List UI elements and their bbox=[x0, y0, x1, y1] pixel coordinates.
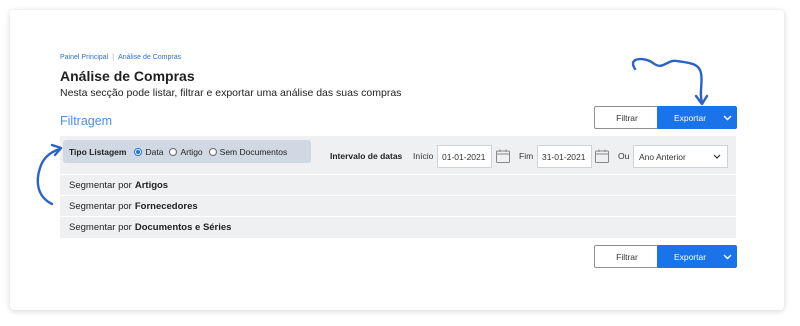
segment-row-documentos-series[interactable]: Segmentar por Documentos e Séries bbox=[60, 216, 736, 237]
calendar-icon[interactable] bbox=[495, 148, 511, 169]
calendar-icon[interactable] bbox=[594, 148, 610, 169]
radio-artigo-label: Artigo bbox=[180, 146, 203, 157]
segment-target: Artigos bbox=[134, 179, 169, 191]
segment-target: Fornecedores bbox=[134, 200, 198, 212]
breadcrumb-separator: | bbox=[112, 54, 115, 61]
export-button-label: Exportar bbox=[673, 112, 707, 123]
segment-prefix: Segmentar por bbox=[69, 179, 132, 191]
page-description: Nesta secção pode listar, filtrar e expo… bbox=[60, 87, 402, 99]
start-date-label: Início bbox=[413, 151, 434, 161]
segment-prefix: Segmentar por bbox=[69, 200, 132, 212]
chevron-down-icon[interactable] bbox=[717, 106, 737, 129]
tipo-listagem-group: Tipo Listagem Data Artigo Sem Documentos bbox=[63, 140, 311, 163]
or-label: Ou bbox=[618, 151, 630, 161]
radio-data-label: Data bbox=[145, 146, 164, 157]
breadcrumb-home-link[interactable]: Painel Principal bbox=[60, 54, 108, 61]
breadcrumb: Painel Principal | Análise de Compras bbox=[60, 54, 181, 61]
segment-prefix: Segmentar por bbox=[69, 221, 132, 233]
radio-sem-documentos[interactable]: Sem Documentos bbox=[208, 146, 288, 157]
segment-row-artigos[interactable]: Segmentar por Artigos bbox=[60, 174, 736, 195]
radio-artigo[interactable]: Artigo bbox=[169, 146, 203, 157]
section-title-filtragem: Filtragem bbox=[60, 114, 113, 128]
radio-sem-documentos-label: Sem Documentos bbox=[219, 146, 288, 157]
export-button-top[interactable]: Exportar bbox=[657, 106, 737, 129]
start-date-input[interactable]: 01-01-2021 bbox=[437, 145, 492, 168]
radio-data[interactable]: Data bbox=[134, 147, 163, 157]
chevron-down-icon bbox=[713, 154, 721, 159]
period-select[interactable]: Ano Anterior bbox=[633, 145, 728, 168]
page-title: Análise de Compras bbox=[60, 68, 195, 84]
radio-unselected-icon bbox=[169, 147, 178, 156]
end-date-input[interactable]: 31-01-2021 bbox=[537, 145, 592, 168]
end-date-label: Fim bbox=[519, 151, 534, 161]
export-button-bottom[interactable]: Exportar bbox=[657, 245, 737, 268]
tipo-listagem-label: Tipo Listagem bbox=[69, 146, 127, 157]
segment-row-fornecedores[interactable]: Segmentar por Fornecedores bbox=[60, 195, 736, 216]
breadcrumb-current[interactable]: Análise de Compras bbox=[118, 54, 181, 61]
radio-unselected-icon bbox=[208, 147, 217, 156]
filter-button-bottom[interactable]: Filtrar bbox=[594, 245, 660, 268]
export-button-label: Exportar bbox=[673, 251, 707, 262]
period-select-value: Ano Anterior bbox=[639, 151, 686, 162]
segment-target: Documentos e Séries bbox=[134, 221, 232, 233]
filter-button-top[interactable]: Filtrar bbox=[594, 106, 660, 129]
interval-label: Intervalo de datas bbox=[330, 151, 403, 161]
radio-selected-icon bbox=[134, 147, 143, 156]
chevron-down-icon[interactable] bbox=[717, 245, 737, 268]
